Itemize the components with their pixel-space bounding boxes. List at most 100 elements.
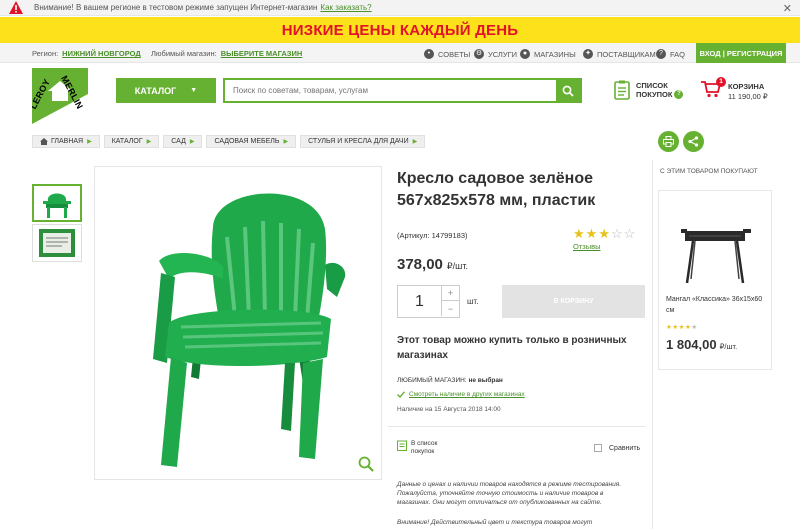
catalog-label: КАТАЛОГ (134, 85, 177, 96)
gear-icon: ⚙ (474, 49, 484, 59)
related-product-name[interactable]: Мангал «Классика» 36х15х60 см (666, 294, 766, 316)
lightbulb-icon: • (424, 49, 434, 59)
favorite-store-status: ЛЮБИМЫЙ МАГАЗИН: не выбран (397, 377, 503, 384)
favorite-store-selector: Любимый магазин: ВЫБЕРИТЕ МАГАЗИН (151, 49, 302, 58)
compare-label: Сравнить (609, 444, 641, 452)
chevron-down-icon: ▼ (190, 87, 198, 94)
home-icon (40, 138, 48, 145)
shopping-list-line2: ПОКУПОК (636, 90, 673, 99)
related-price-unit: ₽/шт. (719, 342, 738, 351)
decrement-button[interactable]: − (441, 301, 459, 316)
nav-stores[interactable]: ● МАГАЗИНЫ (520, 49, 576, 59)
nav-services[interactable]: ⚙ УСЛУГИ (474, 49, 517, 59)
nav-tips[interactable]: • СОВЕТЫ (424, 49, 470, 59)
breadcrumb-label: КАТАЛОГ (111, 138, 143, 145)
price-disclaimer: Данные о ценах и наличии товаров находят… (397, 481, 622, 506)
chair-thumbnail-image (43, 193, 71, 218)
top-nav: Регион: НИЖНИЙ НОВГОРОД Любимый магазин:… (0, 43, 800, 63)
retail-only-notice: Этот товар можно купить только в розничн… (397, 335, 627, 361)
zoom-icon[interactable] (358, 456, 374, 472)
cart-total: 11 190,00 ₽ (728, 92, 768, 101)
related-product-price: 1 804,00 ₽/шт. (666, 337, 737, 352)
quantity-input[interactable]: 1 (398, 286, 441, 317)
handshake-icon: ✦ (583, 49, 593, 59)
thumbnail-chair[interactable] (32, 184, 82, 222)
star-empty-icon: ☆ (610, 226, 624, 241)
breadcrumb-label: САДОВАЯ МЕБЕЛЬ (214, 138, 280, 145)
nav-stores-label: МАГАЗИНЫ (534, 49, 576, 59)
clipboard-icon (614, 80, 630, 100)
shopping-list-link[interactable]: СПИСОК ПОКУПОК? (614, 80, 684, 100)
warning-icon (9, 1, 23, 14)
store-link[interactable]: ВЫБЕРИТЕ МАГАЗИН (221, 49, 303, 58)
leroy-merlin-logo[interactable]: LEROY MERLIN (32, 68, 88, 124)
label-thumbnail-image (39, 229, 75, 257)
region-link[interactable]: НИЖНИЙ НОВГОРОД (62, 49, 141, 58)
reviews-link[interactable]: Отзывы (573, 242, 600, 251)
product-price: 378,00 ₽/шт. (397, 256, 468, 273)
availability-row[interactable]: Смотреть наличие в других магазинах (397, 391, 525, 398)
store-status-label: ЛЮБИМЫЙ МАГАЗИН: (397, 377, 467, 384)
product-article: (Артикул: 14799183) (397, 231, 468, 240)
alert-text: Внимание! В вашем регионе в тестовом реж… (34, 3, 318, 12)
share-icon (688, 136, 699, 147)
thumbnail-label[interactable] (32, 224, 82, 262)
color-disclaimer: Внимание! Действительный цвет и текстура… (397, 519, 593, 526)
store-label: Любимый магазин: (151, 49, 217, 58)
question-icon: ? (656, 49, 666, 59)
related-product-card[interactable]: Мангал «Классика» 36х15х60 см ★★★★★ 1 80… (658, 190, 772, 370)
close-icon[interactable]: ✕ (783, 2, 792, 15)
search-button[interactable] (556, 80, 580, 101)
breadcrumb-label: ГЛАВНАЯ (51, 138, 84, 145)
print-button[interactable] (658, 131, 679, 152)
catalog-button[interactable]: КАТАЛОГ ▼ (116, 78, 216, 103)
arrow-right-icon: ▶ (87, 139, 92, 145)
arrow-right-icon: ▶ (283, 139, 289, 145)
compare-checkbox[interactable] (594, 444, 602, 452)
star-filled-icon: ★ (585, 226, 599, 241)
breadcrumb-chairs[interactable]: СТУЛЬЯ И КРЕСЛА ДЛЯ ДАЧИ ▶ (300, 135, 426, 148)
search-input[interactable] (225, 80, 555, 101)
nav-services-label: УСЛУГИ (488, 49, 518, 59)
share-button[interactable] (683, 131, 704, 152)
add-to-list-button[interactable]: В список покупок (397, 440, 461, 456)
cart-link[interactable]: 1 КОРЗИНА 11 190,00 ₽ (701, 77, 768, 101)
star-empty-icon: ☆ (623, 226, 637, 241)
breadcrumb-garden[interactable]: САД ▶ (163, 135, 203, 148)
nav-faq-label: FAQ (670, 49, 686, 59)
breadcrumb-garden-furniture[interactable]: САДОВАЯ МЕБЕЛЬ ▶ (206, 135, 297, 148)
breadcrumb-label: САД (171, 138, 186, 145)
list-icon (397, 440, 407, 451)
product-main-image[interactable] (94, 166, 382, 480)
price-value: 378,00 (397, 256, 443, 273)
shopping-list-line1: СПИСОК (636, 81, 668, 90)
promo-banner[interactable]: НИЗКИЕ ЦЕНЫ КАЖДЫЙ ДЕНЬ (0, 17, 800, 43)
nav-suppliers[interactable]: ✦ ПОСТАВЩИКАМ (583, 49, 656, 59)
location-pin-icon: ● (520, 49, 530, 59)
availability-link[interactable]: Смотреть наличие в других магазинах (409, 391, 525, 398)
arrow-right-icon: ▶ (412, 139, 418, 145)
how-to-order-link[interactable]: Как заказать? (320, 3, 371, 12)
breadcrumb-catalog[interactable]: КАТАЛОГ ▶ (103, 135, 160, 148)
cart-count-badge: 1 (716, 77, 726, 87)
breadcrumb-home[interactable]: ГЛАВНАЯ ▶ (32, 135, 100, 148)
increment-button[interactable]: + (441, 286, 459, 301)
login-register-button[interactable]: ВХОД | РЕГИСТРАЦИЯ (696, 43, 786, 63)
star-filled-icon: ★ (573, 226, 586, 241)
shopping-list-text: СПИСОК ПОКУПОК? (636, 81, 684, 99)
region-label: Регион: (32, 49, 59, 58)
cart-label: КОРЗИНА (728, 82, 765, 91)
breadcrumb-label: СТУЛЬЯ И КРЕСЛА ДЛЯ ДАЧИ (308, 138, 409, 145)
nav-faq[interactable]: ? FAQ (656, 49, 685, 59)
column-divider (652, 160, 653, 529)
price-unit: ₽/шт. (446, 261, 468, 271)
star-empty-icon: ★ (691, 324, 698, 331)
add-to-list-label: В список покупок (411, 440, 438, 455)
compare-toggle[interactable]: Сравнить (594, 444, 640, 452)
help-icon[interactable]: ? (674, 90, 684, 99)
related-price-value: 1 804,00 (666, 337, 717, 352)
alert-bar: Внимание! В вашем регионе в тестовом реж… (0, 0, 800, 16)
grill-image (681, 229, 751, 284)
add-to-cart-button[interactable]: В КОРЗИНУ (502, 285, 645, 318)
green-chair-image (153, 193, 346, 467)
